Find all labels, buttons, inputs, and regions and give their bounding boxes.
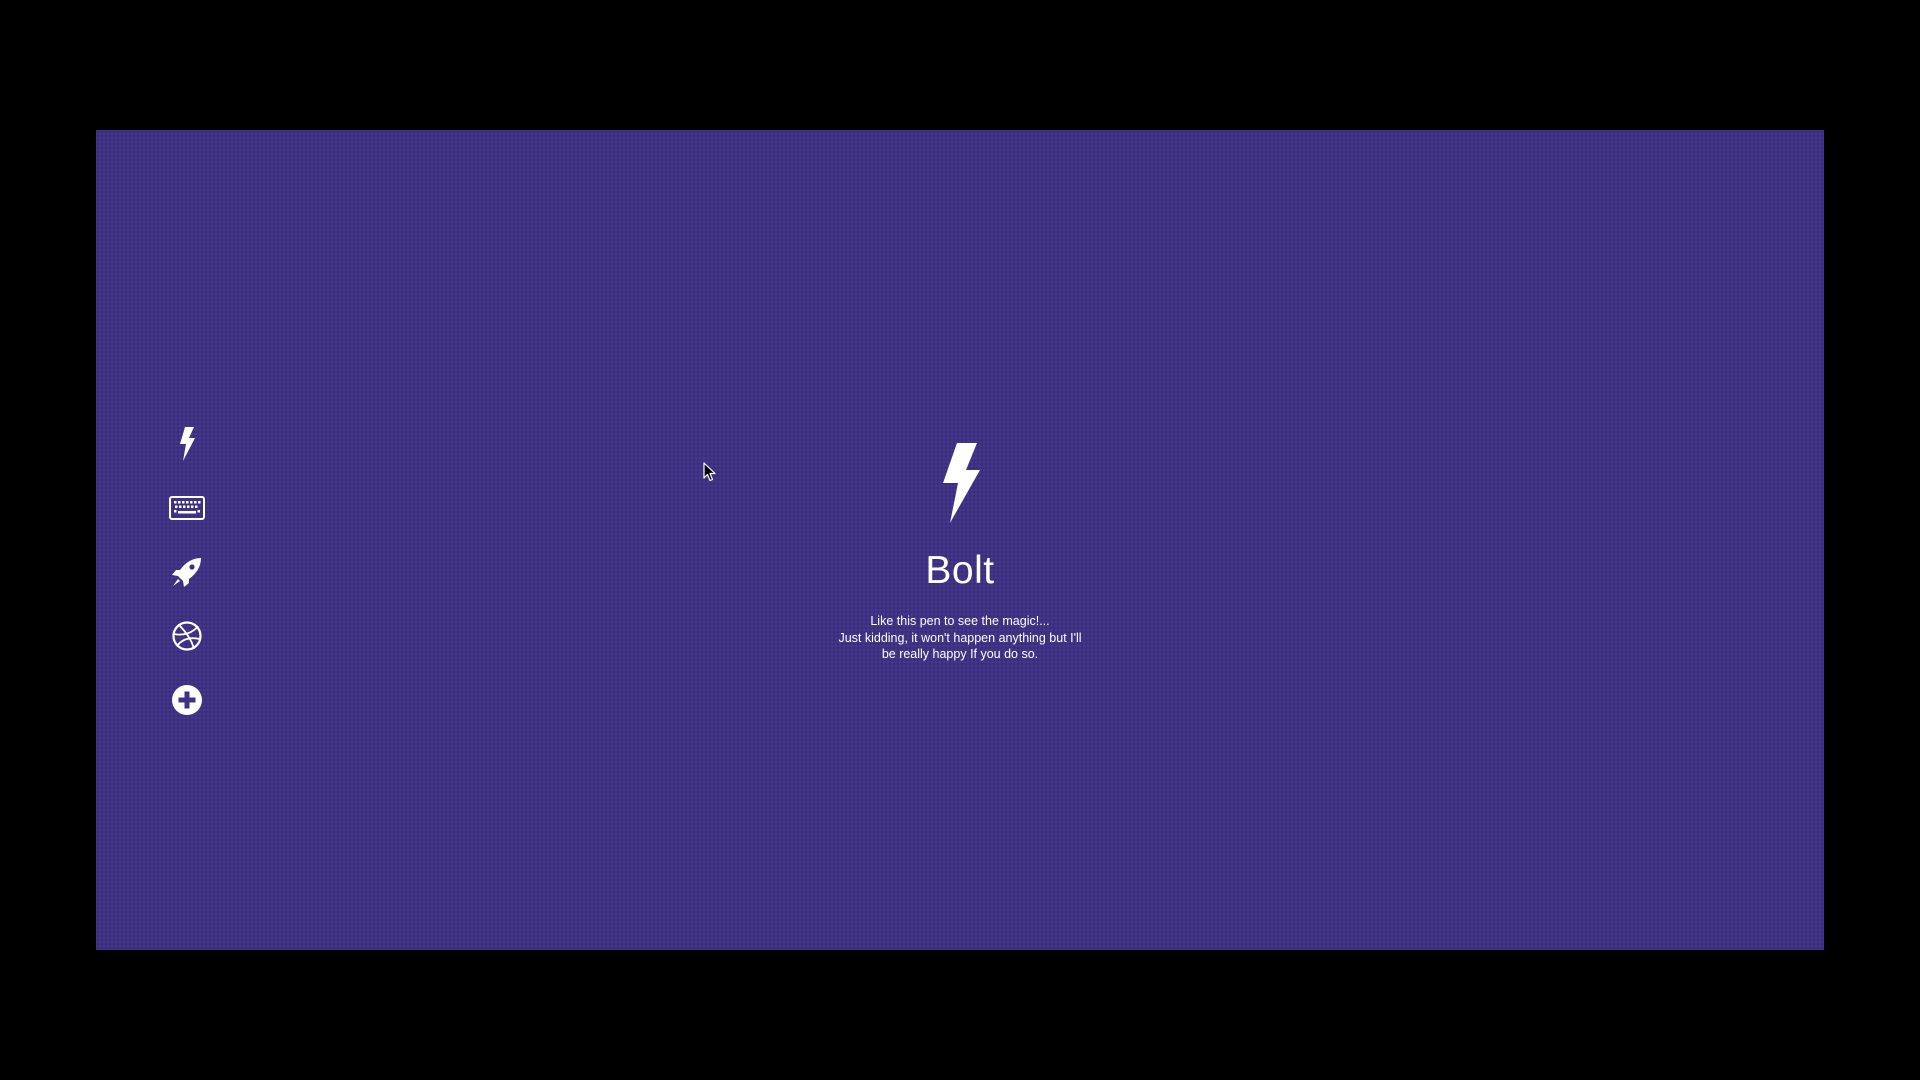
hero-description: Like this pen to see the magic!... Just … [823,613,1098,663]
description-line: Like this pen to see the magic!... [870,614,1050,628]
plus-circle-icon [172,685,202,715]
sidebar-item-add[interactable] [162,675,212,725]
mouse-cursor-icon [703,462,717,482]
bolt-icon [937,443,983,523]
description-line: be really happy If you do so. [881,647,1039,661]
app-canvas: Bolt Like this pen to see the magic!... … [96,130,1824,950]
page-title: Bolt [925,549,995,592]
hero-section: Bolt Like this pen to see the magic!... … [96,443,1824,663]
description-line: Just kidding, it won't happen anything b… [838,630,1082,645]
